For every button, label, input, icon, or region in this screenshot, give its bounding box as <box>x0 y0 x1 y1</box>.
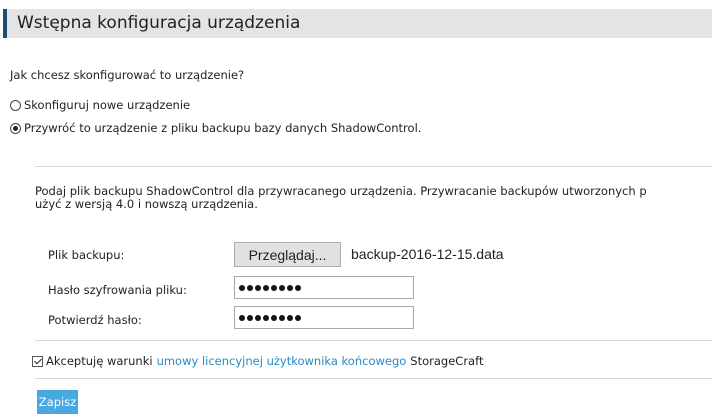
confirm-password-mask <box>239 314 301 321</box>
divider <box>35 166 712 167</box>
password-dot <box>239 314 245 321</box>
terms-suffix: StorageCraft <box>410 354 484 368</box>
save-button[interactable]: Zapisz <box>37 390 78 414</box>
radio-new-device[interactable] <box>10 99 21 111</box>
backup-file-label: Plik backupu: <box>48 248 125 262</box>
selected-filename: backup-2016-12-15.data <box>351 246 504 262</box>
password-dot <box>279 314 285 321</box>
confirm-password-label: Potwierdź hasło: <box>48 313 142 327</box>
password-dot <box>247 314 253 321</box>
password-dot <box>287 284 293 291</box>
option-restore-backup[interactable]: Przywróć to urządzenie z pliku backupu b… <box>10 121 421 135</box>
password-dot <box>287 314 293 321</box>
config-question: Jak chcesz skonfigurować to urządzenie? <box>10 68 245 82</box>
backup-info-text: Podaj plik backupu ShadowControl dla prz… <box>35 185 712 211</box>
divider <box>35 378 712 379</box>
password-dot <box>271 284 277 291</box>
radio-restore-backup[interactable] <box>10 122 21 134</box>
password-field[interactable] <box>234 276 414 299</box>
eula-link[interactable]: umowy licencyjnej użytkownika końcowego <box>157 354 407 368</box>
option-restore-backup-label: Przywróć to urządzenie z pliku backupu b… <box>24 121 422 135</box>
password-dot <box>271 314 277 321</box>
password-dot <box>255 314 261 321</box>
backup-info-line-2: użyć z wersją 4.0 i nowszą urządzenia. <box>35 197 258 211</box>
confirm-password-field[interactable] <box>234 306 414 329</box>
password-dot <box>247 284 253 291</box>
option-new-device[interactable]: Skonfiguruj nowe urządzenie <box>10 98 190 112</box>
password-dot <box>239 284 245 291</box>
password-dot <box>295 284 301 291</box>
terms-prefix: Akceptuję warunki <box>46 354 153 368</box>
password-dot <box>263 314 269 321</box>
password-dot <box>263 284 269 291</box>
page-header: Wstępna konfiguracja urządzenia <box>3 9 712 38</box>
password-dot <box>295 314 301 321</box>
option-new-device-label: Skonfiguruj nowe urządzenie <box>24 98 191 112</box>
browse-button[interactable]: Przeglądaj... <box>234 242 341 267</box>
terms-row: Akceptuję warunki umowy licencyjnej użyt… <box>32 354 483 368</box>
password-mask <box>239 284 301 291</box>
password-dot <box>255 284 261 291</box>
password-label: Hasło szyfrowania pliku: <box>48 283 187 297</box>
divider <box>35 340 712 341</box>
password-dot <box>279 284 285 291</box>
page-title: Wstępna konfiguracja urządzenia <box>17 13 301 33</box>
accept-terms-checkbox[interactable] <box>32 355 43 367</box>
